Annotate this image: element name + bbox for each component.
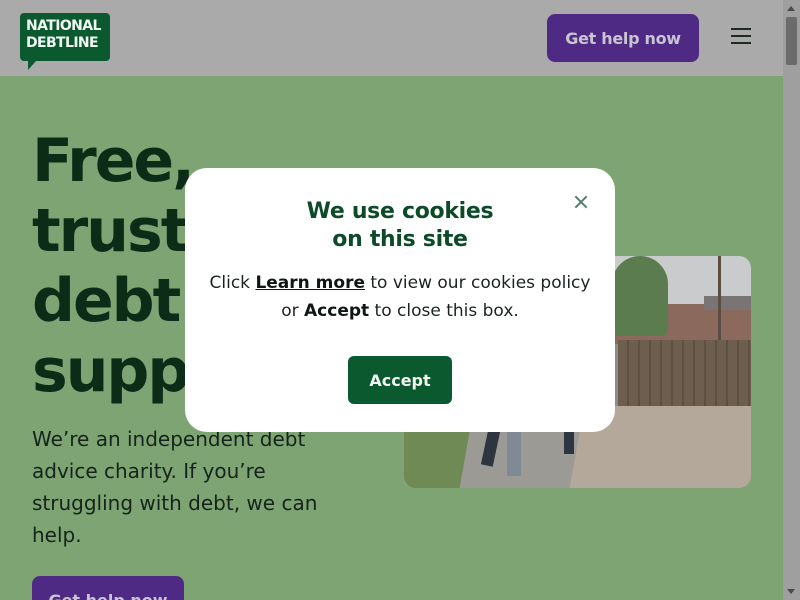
menu-bar [731,28,751,30]
hero-subtitle: We’re an independent debt advice charity… [32,427,318,547]
hamburger-menu-icon[interactable] [731,28,755,48]
photo-roof [704,296,751,310]
logo-speech-tail [28,61,36,70]
logo-line-1: NATIONAL [26,18,101,34]
page-scrollbar[interactable] [783,0,800,600]
cookie-title-line-1: We use cookies [306,199,494,224]
get-help-now-button[interactable]: Get help now [547,14,699,62]
menu-bar [731,35,751,37]
menu-bar [731,42,751,44]
scroll-up-arrow-icon[interactable] [787,6,795,11]
hero-get-help-now-button[interactable]: Get help now [32,576,184,600]
scroll-down-arrow-icon[interactable] [787,589,795,594]
cookie-text-part1: Click [209,273,256,293]
site-header: NATIONAL DEBTLINE Get help now [0,0,783,76]
cookie-dialog-text: Click Learn more to view our cookies pol… [205,269,595,325]
learn-more-link[interactable]: Learn more [255,273,365,293]
cookie-consent-dialog: We use cookies on this site Click Learn … [185,168,615,432]
accept-word: Accept [304,301,370,321]
national-debtline-logo[interactable]: NATIONAL DEBTLINE [20,13,110,70]
photo-tree [612,256,668,336]
cookie-title-line-2: on this site [332,227,468,252]
cookie-text-part3: to close this box. [369,301,519,321]
cookie-dialog-title: We use cookies on this site [185,198,615,254]
scrollbar-thumb[interactable] [786,17,797,65]
photo-pole [718,256,721,346]
accept-cookies-button[interactable]: Accept [348,356,452,404]
logo-line-2: DEBTLINE [26,35,99,51]
